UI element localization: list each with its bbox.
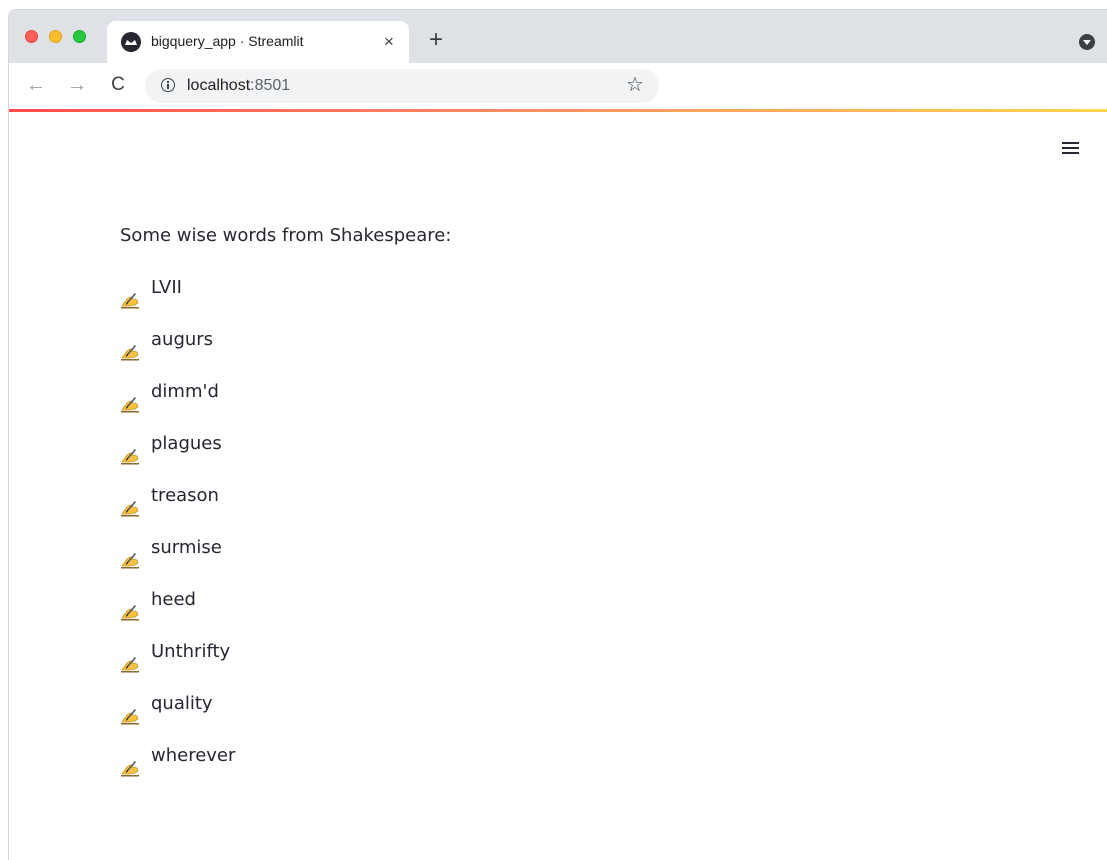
word-text: augurs [151,329,214,350]
list-item: surmise [120,522,820,574]
bookmark-star-icon[interactable]: ☆ [623,73,647,97]
writing-hand-icon [120,642,140,673]
site-info-icon[interactable] [161,78,175,92]
writing-hand-icon [120,278,140,309]
writing-hand-icon [120,746,140,777]
word-text: Unthrifty [151,641,231,662]
address-bar[interactable]: localhost:8501 ☆ [145,69,659,103]
writing-hand-icon [120,590,140,621]
word-text: quality [151,693,213,714]
tab-close-icon[interactable]: × [379,32,399,52]
word-text: plagues [151,433,222,454]
url-port: :8501 [250,77,291,94]
word-list: LVII augurs dimm'd plagues treason surmise hee… [120,262,820,782]
close-window-button[interactable] [25,30,38,43]
list-item: quality [120,678,820,730]
streamlit-favicon-icon [121,32,141,52]
new-tab-button[interactable]: + [423,28,449,54]
maximize-window-button[interactable] [73,30,86,43]
minimize-window-button[interactable] [49,30,62,43]
hamburger-menu-icon[interactable] [1061,138,1081,156]
tab-strip: bigquery_app · Streamlit × + [9,10,1107,63]
tab-active[interactable]: bigquery_app · Streamlit × [107,21,409,63]
word-text: dimm'd [151,381,219,402]
word-text: surmise [151,537,222,558]
app-page: Some wise words from Shakespeare: LVII au… [9,112,1107,860]
list-item: augurs [120,314,820,366]
list-item: wherever [120,730,820,782]
list-item: treason [120,470,820,522]
list-item: Unthrifty [120,626,820,678]
back-button[interactable]: ← [24,73,48,97]
list-item: plagues [120,418,820,470]
writing-hand-icon [120,382,140,413]
writing-hand-icon [120,694,140,725]
tab-title: bigquery_app · Streamlit [151,33,304,49]
writing-hand-icon [120,434,140,465]
word-text: wherever [151,745,236,766]
forward-button[interactable]: → [65,73,89,97]
browser-window: bigquery_app · Streamlit × + ← → C local… [8,9,1107,860]
word-text: LVII [151,277,182,298]
url-host: localhost [187,77,251,94]
word-text: treason [151,485,219,506]
list-item: LVII [120,262,820,314]
word-text: heed [151,589,196,610]
browser-toolbar: ← → C localhost:8501 ☆ [9,63,1107,109]
list-item: dimm'd [120,366,820,418]
intro-text: Some wise words from Shakespeare: [120,225,452,246]
profile-menu-icon[interactable] [1079,34,1095,50]
writing-hand-icon [120,486,140,517]
writing-hand-icon [120,330,140,361]
url-text[interactable]: localhost:8501 [187,77,290,95]
main-content: Some wise words from Shakespeare: LVII au… [120,210,820,782]
writing-hand-icon [120,538,140,569]
reload-button[interactable]: C [106,73,130,97]
list-item: heed [120,574,820,626]
